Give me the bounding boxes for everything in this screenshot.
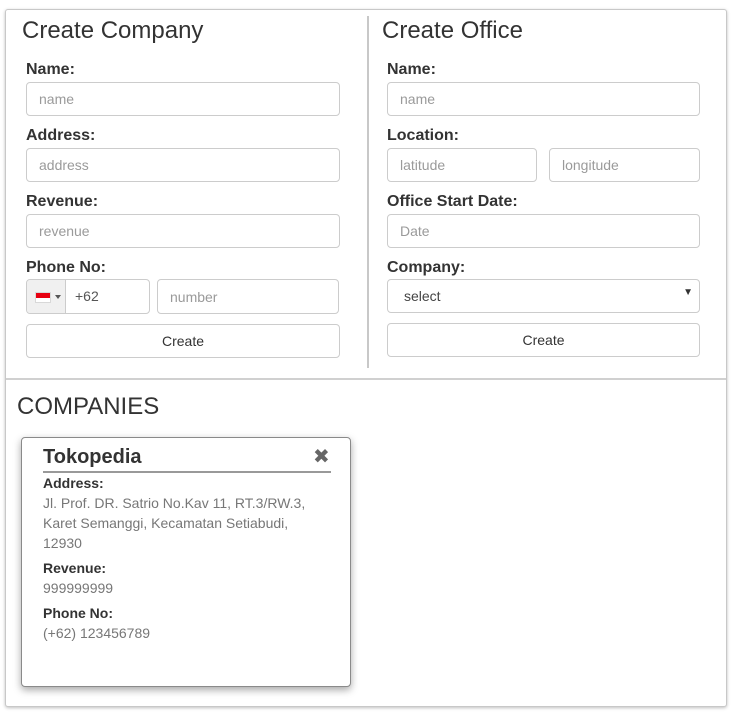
company-revenue-label: Revenue: [26, 193, 99, 210]
latitude-input[interactable] [387, 148, 537, 182]
office-company-label: Company: [387, 259, 466, 276]
indonesia-flag-icon [35, 292, 51, 303]
office-start-date-input[interactable] [387, 214, 700, 248]
card-address-line: Karet Semanggi, Kecamatan Setiabudi, [43, 515, 289, 531]
card-title-underline [43, 471, 331, 473]
card-revenue-value: 999999999 [43, 580, 114, 596]
main-panel: Create Company Name: Address: Revenue: P… [5, 9, 727, 707]
create-company-button[interactable]: Create [26, 324, 340, 358]
card-address-label: Address: [43, 475, 104, 491]
office-name-input[interactable] [387, 82, 700, 116]
company-name-label: Name: [26, 61, 75, 78]
companies-title: COMPANIES [17, 393, 160, 420]
card-address-line: Jl. Prof. DR. Satrio No.Kav 11, RT.3/RW.… [43, 495, 306, 511]
longitude-input[interactable] [549, 148, 700, 182]
card-revenue-label: Revenue: [43, 560, 107, 576]
card-address-value: Jl. Prof. DR. Satrio No.Kav 11, RT.3/RW.… [43, 493, 305, 553]
create-office-button[interactable]: Create [387, 323, 700, 357]
office-name-label: Name: [387, 61, 436, 78]
card-phone-label: Phone No: [43, 605, 113, 621]
office-start-date-label: Office Start Date: [387, 193, 518, 210]
company-revenue-input[interactable] [26, 214, 340, 248]
company-card: Tokopedia ✖ Address: Jl. Prof. DR. Satri… [21, 437, 351, 687]
dropdown-arrow-icon: ▼ [683, 287, 693, 298]
company-address-input[interactable] [26, 148, 340, 182]
company-card-name: Tokopedia [43, 446, 142, 468]
phone-country-selector[interactable]: +62 [26, 279, 150, 314]
card-address-line: 12930 [43, 535, 82, 551]
close-icon[interactable]: ✖ [313, 446, 330, 468]
phone-country-code: +62 [75, 288, 99, 304]
create-company-title: Create Company [22, 17, 204, 44]
create-office-title: Create Office [382, 17, 523, 44]
card-phone-value: (+62) 123456789 [43, 625, 151, 641]
section-divider [6, 378, 726, 380]
office-location-label: Location: [387, 127, 459, 144]
country-flag-dropdown[interactable] [27, 280, 66, 313]
company-address-label: Address: [26, 127, 96, 144]
company-select[interactable]: select ▼ [387, 279, 700, 313]
caret-down-icon [55, 295, 61, 299]
company-name-input[interactable] [26, 82, 340, 116]
phone-number-input[interactable] [157, 279, 339, 314]
company-select-value: select [404, 288, 441, 304]
form-divider [367, 16, 369, 368]
company-phone-label: Phone No: [26, 259, 106, 276]
